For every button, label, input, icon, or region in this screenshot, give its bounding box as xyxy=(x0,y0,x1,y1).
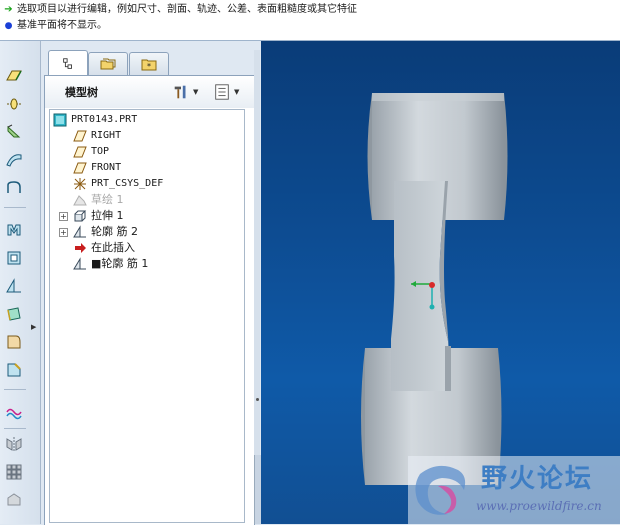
message-line: ➔ 选取项目以进行编辑，例如尺寸、剖面、轨迹、公差、表面粗糙度或其它特征 xyxy=(3,2,357,18)
tree-item-csys[interactable]: PRT_CSYS_DEF xyxy=(72,176,163,192)
datum-curve-icon[interactable] xyxy=(3,121,25,143)
tree-item-insert-here[interactable]: 在此插入 xyxy=(72,240,135,256)
tree-item-label: 轮廓 筋 2 xyxy=(91,225,138,238)
tree-item-label: PRT0143.PRT xyxy=(71,114,138,125)
datum-plane-icon[interactable] xyxy=(3,65,25,87)
list-icon xyxy=(215,84,229,100)
datum-plane-icon xyxy=(73,162,87,174)
model-tree: PRT0143.PRT RIGHT TOP FRONT PRT_CSYS_DEF… xyxy=(49,109,245,523)
connecting-rod-model xyxy=(361,93,508,485)
message-area: ➔ 选取项目以进行编辑，例如尺寸、剖面、轨迹、公差、表面粗糙度或其它特征 ● 基准平… xyxy=(0,0,620,41)
toolbar-separator xyxy=(4,207,26,208)
tree-item-right[interactable]: RIGHT xyxy=(72,128,121,144)
hole-icon[interactable] xyxy=(3,219,25,241)
flame-logo-icon xyxy=(415,465,466,515)
chevron-down-icon: ▼ xyxy=(193,88,199,96)
tree-item-root[interactable]: PRT0143.PRT xyxy=(52,112,137,128)
datum-point-icon[interactable] xyxy=(3,149,25,171)
draft-icon[interactable] xyxy=(3,303,25,325)
svg-text:*: * xyxy=(147,62,151,71)
sketch-tool-icon[interactable] xyxy=(3,177,25,199)
model-tree-icon xyxy=(63,57,72,69)
watermark-title: 野火论坛 xyxy=(481,464,594,494)
expand-icon[interactable]: + xyxy=(59,212,68,221)
folder-icon xyxy=(100,58,116,70)
merge-icon[interactable] xyxy=(3,489,25,511)
message-text: 选取项目以进行编辑，例如尺寸、剖面、轨迹、公差、表面粗糙度或其它特征 xyxy=(17,4,357,15)
part-icon xyxy=(53,113,67,127)
graphics-window[interactable] xyxy=(261,41,620,524)
panel-title: 模型树 xyxy=(65,86,98,99)
datum-plane-icon xyxy=(73,146,87,158)
panel-sash[interactable] xyxy=(254,50,260,524)
show-button[interactable]: ▼ xyxy=(213,82,245,102)
chamfer-icon[interactable] xyxy=(3,359,25,381)
favorites-folder-icon: * xyxy=(141,59,157,71)
tree-item-label: ■轮廓 筋 1 xyxy=(91,257,149,270)
tree-item-label: FRONT xyxy=(91,162,122,173)
forum-watermark: 野火论坛 www.proewildfire.cn xyxy=(408,456,620,524)
extrude-icon xyxy=(74,210,87,222)
tree-item-sketch[interactable]: 草绘 1 xyxy=(72,192,124,208)
settings-button[interactable]: ▼ xyxy=(172,82,204,102)
feature-toolbar: ▶ xyxy=(0,41,41,524)
toolbar-expand-arrow-icon[interactable]: ▶ xyxy=(31,323,36,331)
arrow-right-icon: ➔ xyxy=(4,4,13,15)
rib-icon xyxy=(73,257,86,270)
shell-icon[interactable] xyxy=(3,247,25,269)
watermark-url: www.proewildfire.cn xyxy=(476,499,602,513)
message-text: 基准平面将不显示。 xyxy=(17,20,107,31)
tree-item-label: 草绘 1 xyxy=(91,193,124,206)
tree-item-label: RIGHT xyxy=(91,130,122,141)
message-line: ● 基准平面将不显示。 xyxy=(3,18,107,34)
expand-icon[interactable]: + xyxy=(59,228,68,237)
tree-item-rib-2[interactable]: 轮廓 筋 2 xyxy=(72,224,138,240)
coordinate-system-icon xyxy=(74,178,86,190)
info-bullet-icon: ● xyxy=(4,21,13,31)
favorites-tab[interactable]: * xyxy=(129,52,169,75)
tree-item-label: PRT_CSYS_DEF xyxy=(91,178,164,189)
model-tree-header: 模型树 ▼ ▼ xyxy=(45,76,254,108)
insert-arrow-icon xyxy=(75,243,86,253)
toolbar-separator xyxy=(4,428,26,429)
tree-item-label: 在此插入 xyxy=(91,241,135,254)
model-tree-tab[interactable] xyxy=(48,50,88,76)
model-tree-panel: 模型树 ▼ ▼ PRT0143.PRT RIGHT TOP FRONT PRT_… xyxy=(44,75,255,525)
style-icon[interactable] xyxy=(3,401,25,423)
tools-icon xyxy=(174,85,186,99)
rib-icon xyxy=(73,225,86,238)
mirror-icon[interactable] xyxy=(3,433,25,455)
tree-item-top[interactable]: TOP xyxy=(72,144,109,160)
datum-axis-icon[interactable] xyxy=(3,93,25,115)
chevron-down-icon: ▼ xyxy=(234,88,240,96)
tree-item-rib-1[interactable]: ■轮廓 筋 1 xyxy=(72,256,148,272)
datum-plane-icon xyxy=(73,130,87,142)
rib-icon[interactable] xyxy=(3,275,25,297)
folder-browser-tab[interactable] xyxy=(88,52,128,75)
tree-item-label: 拉伸 1 xyxy=(91,209,124,222)
tree-item-front[interactable]: FRONT xyxy=(72,160,121,176)
sash-grip[interactable] xyxy=(256,398,259,401)
sketch-icon xyxy=(73,195,87,206)
tree-item-extrude[interactable]: 拉伸 1 xyxy=(72,208,124,224)
navigator-tabs: * xyxy=(44,50,254,76)
round-icon[interactable] xyxy=(3,331,25,353)
toolbar-separator xyxy=(4,389,26,390)
pattern-icon[interactable] xyxy=(3,461,25,483)
tree-item-label: TOP xyxy=(91,146,110,157)
